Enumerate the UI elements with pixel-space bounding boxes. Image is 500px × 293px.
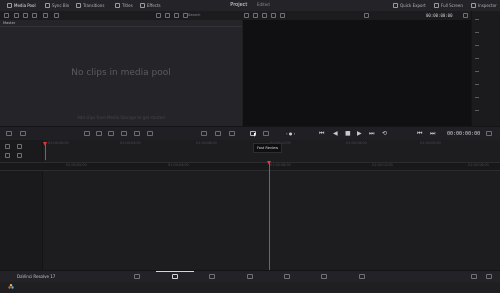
timeline-panel[interactable]: 01:00:00:00 01:00:04:00 01:00:08:00 01:0…	[0, 140, 500, 270]
transport-timecode: 00:00:00:00	[447, 131, 481, 137]
zoom-icon[interactable]	[5, 153, 10, 158]
track-ruler-mark: 01:00:08:00	[270, 163, 291, 167]
close-up-icon[interactable]	[121, 131, 127, 136]
upper-playhead-line	[45, 142, 46, 160]
deliver-page-icon[interactable]	[359, 274, 365, 279]
viewer-mode-icon[interactable]	[262, 13, 267, 18]
dynamic-trim-icon[interactable]	[229, 131, 235, 136]
empty-pool-subtitle: Add clips from Media Storage to get star…	[77, 115, 165, 120]
playhead-line	[269, 161, 270, 270]
ripple-overwrite-icon[interactable]	[108, 131, 114, 136]
ruler-mark: 01:00:16:00	[346, 141, 367, 145]
list-view-toggle-icon[interactable]	[165, 13, 170, 18]
play-button[interactable]: ▶	[357, 130, 362, 137]
meter-tick	[475, 58, 479, 59]
meter-tick	[475, 110, 479, 111]
filmstrip-view-icon[interactable]	[174, 13, 179, 18]
home-icon[interactable]	[471, 274, 477, 279]
audio-track-icon[interactable]	[17, 144, 22, 149]
export-icon	[393, 3, 398, 8]
track-tools-icon[interactable]	[5, 144, 10, 149]
edit-controls-bar: ‹ ● › ⏮ ◀ ■ ▶ ⏭ ⟲ ⏮ ⏭ 00:00:00:00	[0, 126, 500, 141]
inspector-icon	[471, 3, 476, 8]
snap-icon[interactable]	[17, 153, 22, 158]
timeline-ruler[interactable]: 01:00:00:00 01:00:04:00 01:00:08:00 01:0…	[0, 162, 500, 171]
settings-icon[interactable]	[486, 274, 492, 279]
track-ruler-mark: 01:00:16:00	[468, 163, 489, 167]
media-page-icon[interactable]	[134, 274, 140, 279]
bin-list-icon[interactable]	[4, 13, 9, 18]
viewer-chevron-icon[interactable]	[280, 13, 285, 18]
edit-page-icon[interactable]	[209, 274, 215, 279]
razor-icon[interactable]	[20, 131, 26, 136]
fairlight-page-icon[interactable]	[321, 274, 327, 279]
match-frame-icon[interactable]	[263, 131, 269, 136]
meter-tick	[475, 32, 479, 33]
ruler-mark: 01:00:08:00	[196, 141, 217, 145]
append-icon[interactable]	[96, 131, 102, 136]
fusion-page-icon[interactable]	[247, 274, 253, 279]
inspector-tab[interactable]: Inspector	[471, 2, 497, 9]
audio-meter-strip	[471, 11, 500, 126]
viewer-layout-icon[interactable]	[244, 13, 249, 18]
full-screen-icon	[434, 3, 439, 8]
smart-insert-icon[interactable]	[84, 131, 90, 136]
ruler-mark: 01:00:04:00	[120, 141, 141, 145]
thumbnail-view-icon[interactable]	[156, 13, 161, 18]
quick-export-tab[interactable]: Quick Export	[393, 2, 426, 9]
page-navigation-bar: DaVinci Resolve 17	[0, 270, 500, 289]
meter-tick	[475, 97, 479, 98]
go-to-end-button[interactable]: ⏭	[369, 130, 374, 137]
pool-divider	[0, 26, 242, 27]
transport-options-icon[interactable]	[486, 131, 492, 136]
ruler-mark: 01:00:20:00	[420, 141, 441, 145]
track-ruler-mark: 01:00:04:00	[168, 163, 189, 167]
meter-tick	[475, 45, 479, 46]
viewer-menu-icon[interactable]	[463, 13, 468, 18]
cut-tool-icon[interactable]	[201, 131, 207, 136]
loop-button[interactable]: ⟲	[382, 130, 387, 137]
fast-review-tooltip: Fast Review	[253, 143, 283, 153]
resolve-logo-icon	[8, 274, 14, 289]
mouse-cursor	[254, 133, 256, 137]
timeline-track-headers	[0, 140, 43, 270]
track-ruler-mark: 01:00:00:00	[66, 163, 87, 167]
search-input[interactable]: Search	[188, 13, 238, 18]
track-ruler-mark: 01:00:12:00	[372, 163, 393, 167]
import-icon[interactable]	[14, 13, 19, 18]
stop-button[interactable]: ■	[345, 130, 351, 137]
grid-view-icon[interactable]	[23, 13, 28, 18]
viewer-options-icon[interactable]	[271, 13, 276, 18]
empty-pool-title: No clips in media pool	[71, 68, 171, 78]
full-screen-tab[interactable]: Full Screen	[434, 2, 463, 9]
list-view-icon[interactable]	[32, 13, 37, 18]
go-to-start-button[interactable]: ⏮	[319, 130, 324, 137]
next-clip-button[interactable]: ⏭	[430, 130, 435, 137]
timeline-options-icon[interactable]	[6, 131, 12, 136]
options-icon[interactable]	[54, 13, 59, 18]
color-page-icon[interactable]	[284, 274, 290, 279]
previous-clip-button[interactable]: ⏮	[417, 130, 422, 137]
place-on-top-icon[interactable]	[134, 131, 140, 136]
meter-tick	[475, 84, 479, 85]
sort-icon[interactable]	[43, 13, 48, 18]
speed-indicator: ‹ ● ›	[286, 131, 296, 136]
viewer-panel[interactable]	[243, 20, 471, 126]
viewer-dropdown-icon[interactable]	[364, 13, 369, 18]
trim-tool-icon[interactable]	[215, 131, 221, 136]
step-back-button[interactable]: ◀	[333, 130, 338, 137]
viewer-timecode: 00:00:00:00	[426, 13, 453, 18]
source-overwrite-icon[interactable]	[147, 131, 153, 136]
app-name: DaVinci Resolve 17	[17, 274, 56, 279]
cut-page-icon[interactable]	[172, 274, 178, 279]
meter-tick	[475, 71, 479, 72]
master-bin-label[interactable]: Master	[3, 21, 15, 25]
meter-tick	[475, 19, 479, 20]
ruler-mark: 01:00:00:00	[48, 141, 69, 145]
media-pool-panel: Master No clips in media pool Add clips …	[0, 20, 242, 126]
active-page-indicator	[156, 271, 194, 272]
viewer-grid-icon[interactable]	[253, 13, 258, 18]
